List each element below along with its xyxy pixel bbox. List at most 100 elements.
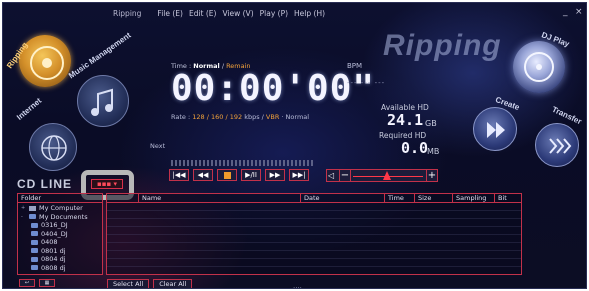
tree-item-folder[interactable]: 0804 dj bbox=[21, 255, 99, 264]
expand-icon[interactable]: - bbox=[21, 213, 26, 222]
folder-icon bbox=[31, 239, 38, 245]
folder-panel-header: Folder bbox=[18, 194, 102, 203]
tree-item-folder[interactable]: 0408 bbox=[21, 238, 99, 247]
transfer-button[interactable] bbox=[535, 123, 579, 167]
rate-values[interactable]: 128 / 160 / 192 bbox=[192, 113, 242, 121]
table-row[interactable] bbox=[107, 211, 521, 219]
progress-bar[interactable] bbox=[171, 160, 313, 166]
tree-item-label: 0316_DJ bbox=[41, 221, 68, 229]
ripping-window: Ripping File (E) Edit (E) View (V) Play … bbox=[2, 2, 587, 289]
play-pause-button[interactable]: ▶/II bbox=[241, 169, 261, 181]
table-row[interactable] bbox=[107, 219, 521, 227]
tree-item-folder[interactable]: 0316_DJ bbox=[21, 221, 99, 230]
menu-edit[interactable]: Edit (E) bbox=[189, 9, 217, 23]
folder-icon bbox=[31, 231, 38, 237]
rate-prefix: Rate : bbox=[171, 113, 191, 121]
speaker-icon[interactable]: ◁ bbox=[328, 171, 334, 180]
computer-icon bbox=[29, 205, 36, 211]
select-all-button[interactable]: Select All bbox=[107, 279, 150, 288]
table-row[interactable] bbox=[107, 203, 521, 211]
bitrate-line: Rate : 128 / 160 / 192 kbps / VBR · Norm… bbox=[171, 113, 309, 121]
tree-item-folder[interactable]: 0808 dj bbox=[21, 264, 99, 273]
table-row[interactable] bbox=[107, 259, 521, 267]
volume-knob[interactable] bbox=[383, 171, 391, 180]
column-header-size[interactable]: Size bbox=[415, 194, 453, 202]
folder-panel-buttons: ↩ ▦ bbox=[19, 279, 55, 287]
column-header-date[interactable]: Date bbox=[301, 194, 385, 202]
list-buttons: Select All Clear All bbox=[107, 279, 193, 288]
transport-controls: |◀◀ ◀◀ ▶/II ▶▶ ▶▶| bbox=[169, 169, 309, 181]
volume-slider[interactable]: ◁ − + bbox=[326, 169, 438, 182]
column-header-check[interactable] bbox=[107, 194, 139, 202]
time-display: 00:00'00" bbox=[171, 68, 376, 109]
rate-suffix: kbps / bbox=[242, 113, 266, 121]
transfer-icon bbox=[549, 138, 572, 154]
track-list-panel: Name Date Time Size Sampling Bit bbox=[106, 193, 522, 275]
tree-item-my-computer[interactable]: + My Computer bbox=[21, 204, 99, 213]
expand-icon[interactable]: + bbox=[21, 204, 26, 213]
resize-handle[interactable]: ···· bbox=[293, 284, 302, 288]
menu-play[interactable]: Play (P) bbox=[260, 9, 288, 23]
menu-help[interactable]: Help (H) bbox=[294, 9, 325, 23]
column-header-time[interactable]: Time bbox=[385, 194, 415, 202]
tree-item-label: 0404_DJ bbox=[41, 229, 68, 238]
folder-icon bbox=[31, 248, 38, 254]
tree-item-my-documents[interactable]: - My Documents bbox=[21, 213, 99, 222]
rate-mode[interactable]: VBR bbox=[266, 113, 279, 121]
required-hd-unit: MB bbox=[427, 147, 440, 156]
table-row[interactable] bbox=[107, 227, 521, 235]
music-management-button[interactable] bbox=[77, 75, 129, 127]
rewind-button[interactable]: ◀◀ bbox=[193, 169, 213, 181]
internet-button[interactable] bbox=[29, 123, 77, 171]
table-row[interactable] bbox=[107, 251, 521, 259]
available-hd-unit: GB bbox=[425, 119, 437, 128]
folder-icon bbox=[31, 222, 38, 228]
internet-label: Internet bbox=[15, 96, 44, 122]
stop-icon bbox=[223, 171, 231, 179]
table-row[interactable] bbox=[107, 243, 521, 251]
column-header-name[interactable]: Name bbox=[139, 194, 301, 202]
folder-icon bbox=[29, 214, 36, 220]
music-management-label: Music Management bbox=[67, 30, 133, 81]
tree-item-label: My Documents bbox=[39, 212, 88, 221]
required-hd-value: 0.0 bbox=[401, 139, 429, 157]
folder-panel: Folder + My Computer - My Documents 0316_D… bbox=[17, 193, 103, 275]
track-list-body bbox=[107, 203, 521, 267]
rate-tail: · Normal bbox=[279, 113, 310, 121]
menu-file[interactable]: File (E) bbox=[157, 9, 183, 23]
fast-forward-icon bbox=[487, 122, 505, 138]
tree-item-label: 0408 bbox=[41, 238, 58, 246]
table-row[interactable] bbox=[107, 235, 521, 243]
window-title: Ripping bbox=[113, 9, 142, 18]
tree-item-folder[interactable]: 0801 dj bbox=[21, 247, 99, 256]
bpm-value: --- --- --- bbox=[347, 79, 386, 87]
minimize-button[interactable]: _ bbox=[563, 7, 568, 17]
clear-all-button[interactable]: Clear All bbox=[153, 279, 193, 288]
tree-item-folder[interactable]: 0404_DJ bbox=[21, 230, 99, 239]
available-hd-value: 24.1 bbox=[387, 111, 424, 129]
dj-play-button[interactable] bbox=[513, 41, 565, 93]
previous-track-button[interactable]: |◀◀ bbox=[169, 169, 189, 181]
column-header-sampling[interactable]: Sampling bbox=[453, 194, 495, 202]
stop-button[interactable] bbox=[217, 169, 237, 181]
folder-up-button[interactable]: ↩ bbox=[19, 279, 35, 287]
volume-up-button[interactable]: + bbox=[426, 169, 438, 182]
tree-item-label: 0808 dj bbox=[41, 263, 66, 272]
folder-icon bbox=[31, 256, 38, 262]
column-header-bit[interactable]: Bit bbox=[495, 194, 521, 202]
track-list-header: Name Date Time Size Sampling Bit bbox=[107, 194, 521, 203]
bpm-label: BPM bbox=[347, 62, 363, 70]
music-note-icon bbox=[91, 88, 113, 116]
tree-item-label: 0804 dj bbox=[41, 255, 66, 263]
next-track-button[interactable]: ▶▶| bbox=[289, 169, 309, 181]
folder-view-button[interactable]: ▦ bbox=[39, 279, 55, 287]
tree-item-label: My Computer bbox=[39, 204, 83, 212]
folder-icon bbox=[31, 265, 38, 271]
menu-view[interactable]: View (V) bbox=[222, 9, 253, 23]
fast-forward-button[interactable]: ▶▶ bbox=[265, 169, 285, 181]
close-button[interactable]: × bbox=[575, 7, 583, 17]
globe-icon bbox=[41, 135, 67, 161]
volume-down-button[interactable]: − bbox=[339, 169, 351, 182]
cd-line-label: CD LINE bbox=[17, 177, 72, 191]
create-button[interactable] bbox=[473, 107, 517, 151]
